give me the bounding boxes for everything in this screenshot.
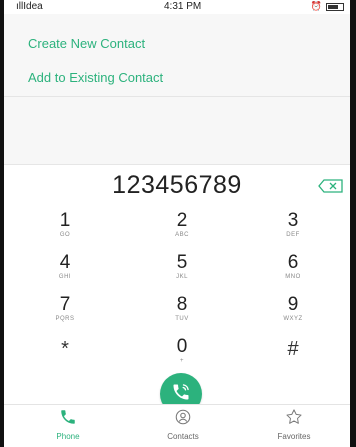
create-new-contact-label: Create New Contact [28,36,146,51]
key-8[interactable]: 8 TUV [137,295,227,331]
key-symbol: # [287,338,299,360]
dialed-number: 123456789 [112,171,242,199]
key-hash[interactable]: # [248,337,338,373]
add-to-existing-contact-label: Add to Existing Contact [28,70,164,85]
key-letters: GO [59,232,71,238]
dialpad: 123456789 1 GO 2 ABC 3 DEF 4 GHI 5 JKL 6… [4,164,350,415]
key-digit: 1 [59,210,71,231]
add-to-existing-contact-option[interactable]: Add to Existing Contact [4,62,350,97]
tab-phone[interactable]: Phone [18,405,118,447]
key-digit: 4 [59,252,71,273]
star-icon [284,409,304,430]
tab-contacts-label: Contacts [167,432,199,441]
key-digit: 5 [176,252,188,273]
call-icon [171,382,191,407]
create-new-contact-option[interactable]: Create New Contact [4,28,350,63]
key-letters: TUV [175,316,189,322]
battery-icon [326,2,344,11]
contacts-icon [173,409,193,430]
key-4[interactable]: 4 GHI [20,253,110,289]
key-0[interactable]: 0 + [137,337,227,373]
key-digit: 9 [287,294,299,315]
backspace-icon[interactable] [318,179,344,193]
key-digit: 2 [176,210,188,231]
tab-favorites[interactable]: Favorites [244,405,344,447]
key-digit: 0 [176,336,188,357]
tab-contacts[interactable]: Contacts [133,405,233,447]
key-9[interactable]: 9 WXYZ [248,295,338,331]
tab-favorites-label: Favorites [277,432,311,441]
key-7[interactable]: 7 PQRS [20,295,110,331]
key-2[interactable]: 2 ABC [137,211,227,247]
key-digit: 3 [287,210,299,231]
phone-icon [58,410,78,430]
contact-action-menu: Create New Contact Add to Existing Conta… [4,14,350,164]
key-digit: 6 [287,252,299,273]
bottom-navigation: Phone Contacts Favorites [4,404,350,447]
key-5[interactable]: 5 JKL [137,253,227,289]
key-6[interactable]: 6 MNO [248,253,338,289]
carrier-label: ıllIdea [16,1,43,12]
key-3[interactable]: 3 DEF [248,211,338,247]
key-letters: JKL [176,274,188,280]
alarm-icon: ⏰ [310,1,322,11]
key-letters: WXYZ [283,316,303,322]
status-icons: ⏰ [311,1,344,12]
dialer-screen: ıllIdea 4:31 PM ⏰ Create New Contact Add… [0,0,356,447]
key-letters: PQRS [55,316,75,322]
key-letters: + [179,358,184,364]
key-letters: MNO [285,274,301,280]
key-letters: GHI [58,274,72,280]
key-letters: ABC [175,232,189,238]
key-1[interactable]: 1 GO [20,211,110,247]
screen-edge-right [350,0,356,447]
key-letters: DEF [286,232,300,238]
key-digit: 7 [59,294,71,315]
tab-phone-label: Phone [56,432,80,441]
key-digit: 8 [176,294,188,315]
key-symbol: * [61,338,69,360]
key-star[interactable]: * [20,337,110,373]
status-bar: ıllIdea 4:31 PM ⏰ [4,0,350,14]
clock: 4:31 PM [164,1,202,12]
